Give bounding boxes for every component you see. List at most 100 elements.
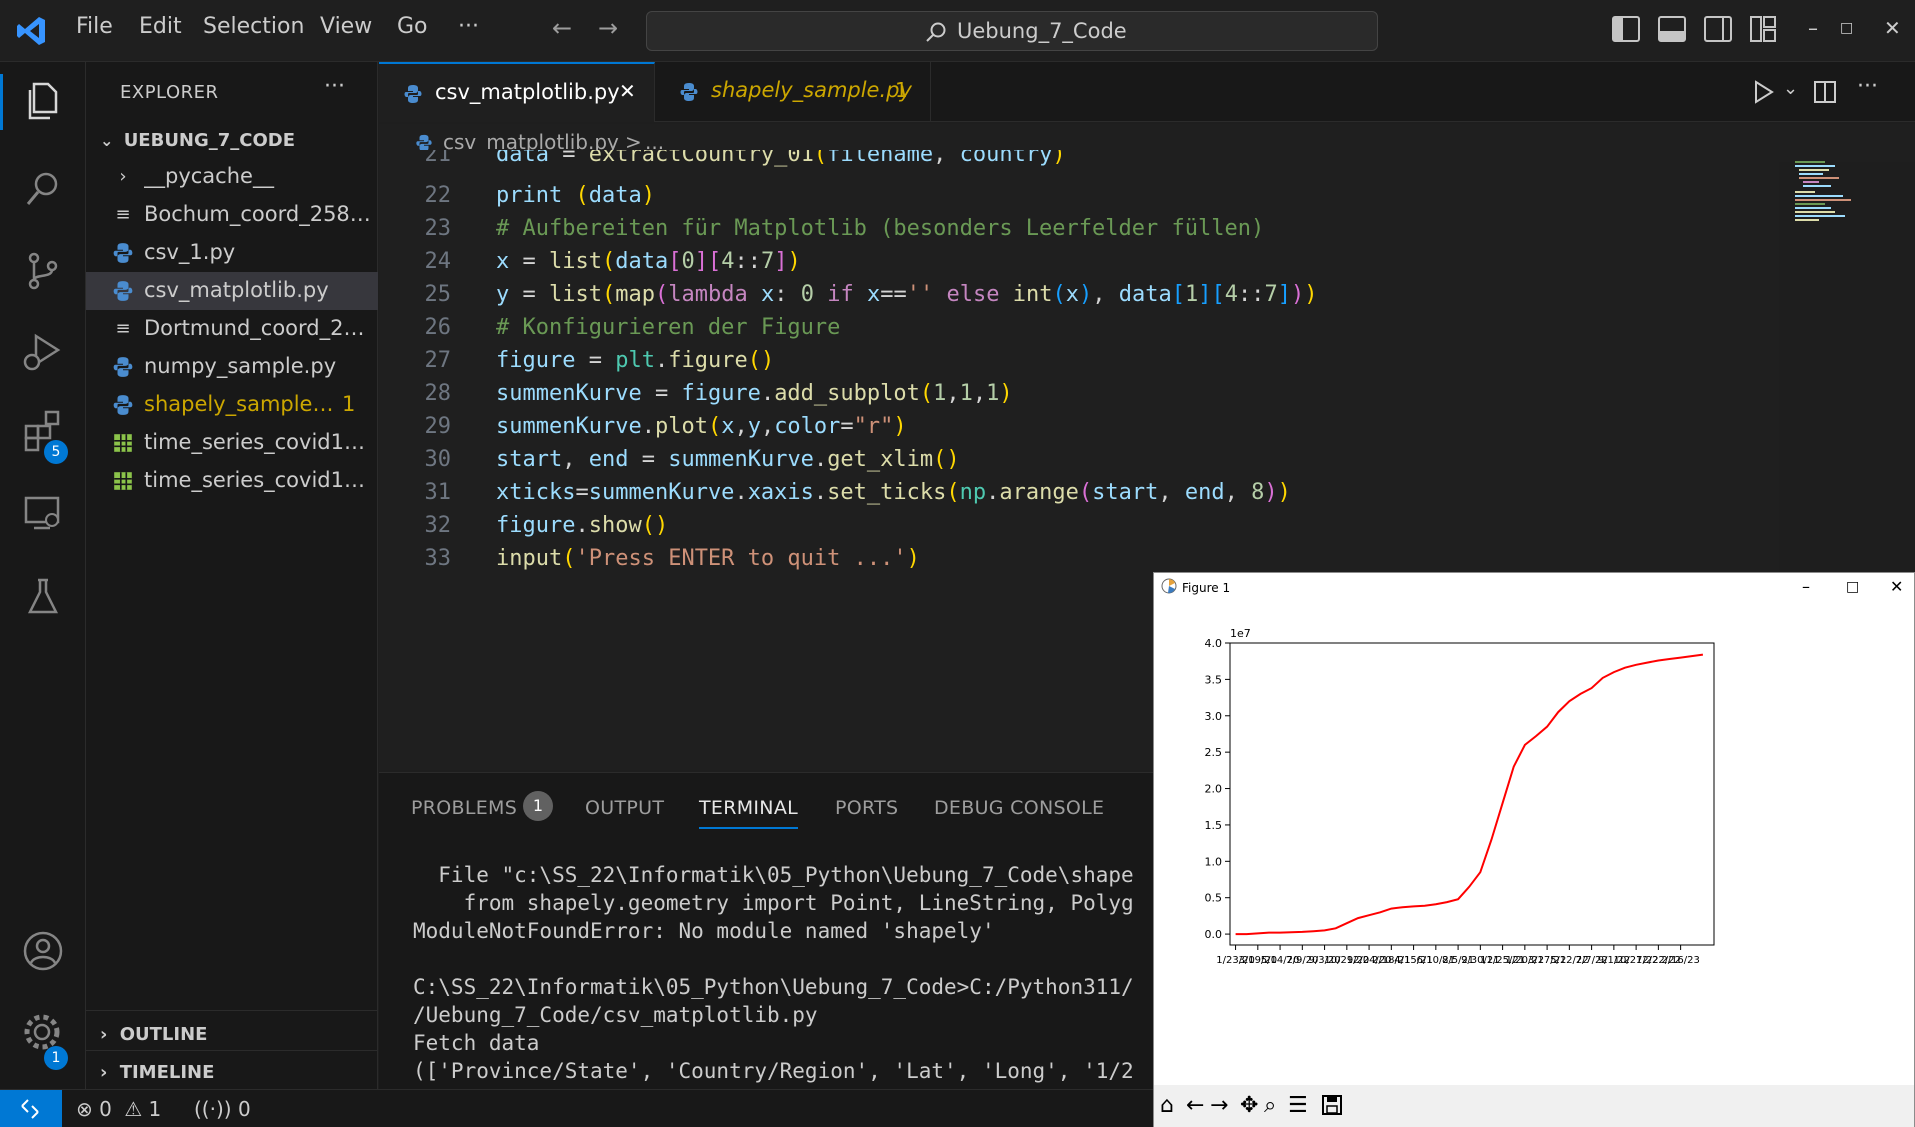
figure-close-button[interactable]: ✕: [1890, 577, 1903, 596]
command-center-search[interactable]: Uebung_7_Code: [646, 11, 1378, 51]
tab-label: shapely_sample.py: [711, 78, 912, 102]
run-file-icon[interactable]: [1753, 80, 1775, 104]
forward-arrow-icon[interactable]: →: [598, 14, 618, 42]
code-line: summenKurve = figure.add_subplot(1,1,1): [496, 381, 1013, 406]
menu-edit[interactable]: Edit: [139, 14, 182, 39]
x-tick-label: 2/16/23: [1661, 955, 1700, 966]
source-control-icon[interactable]: [20, 248, 66, 294]
extensions-badge: 5: [44, 440, 68, 464]
explorer-icon[interactable]: [20, 78, 66, 124]
tree-item-label: __pycache__: [144, 164, 274, 188]
testing-icon[interactable]: [20, 574, 66, 620]
zoom-icon[interactable]: ⌕: [1264, 1093, 1276, 1118]
minimap[interactable]: [1795, 160, 1855, 230]
tree-item-dortmund[interactable]: ≡ Dortmund_coord_258...: [86, 310, 378, 348]
python-icon: [404, 85, 422, 103]
chevron-right-icon: ›: [100, 1062, 108, 1083]
home-icon[interactable]: ⌂: [1160, 1093, 1174, 1118]
csv-icon: [114, 434, 132, 452]
sidebar-more-actions[interactable]: ···: [324, 74, 345, 99]
code-line: input('Press ENTER to quit ...'): [496, 546, 920, 571]
python-icon: [113, 243, 133, 263]
tab-debug-console[interactable]: DEBUG CONSOLE: [934, 797, 1104, 819]
editor-more-actions[interactable]: ···: [1857, 74, 1878, 99]
timeline-section[interactable]: › TIMELINE: [100, 1062, 214, 1083]
tab-terminal[interactable]: TERMINAL: [699, 797, 799, 829]
remote-indicator-button[interactable]: [0, 1090, 62, 1127]
covid-line-chart[interactable]: 0.00.51.01.52.02.53.03.54.01e71/23/203/1…: [1154, 603, 1914, 1083]
tree-item-csv-matplotlib[interactable]: csv_matplotlib.py: [86, 272, 378, 310]
tree-item-bochum[interactable]: ≡ Bochum_coord_2583...: [86, 196, 378, 234]
figure-maximize-button[interactable]: □: [1846, 579, 1859, 595]
split-editor-icon[interactable]: [1813, 80, 1837, 104]
line-number: 26: [424, 315, 452, 340]
folder-header[interactable]: ⌄ UEBUNG_7_CODE: [100, 130, 295, 151]
toggle-panel-icon[interactable]: [1658, 16, 1686, 42]
tree-item-numpy-sample[interactable]: numpy_sample.py: [86, 348, 378, 386]
figure-minimize-button[interactable]: –: [1802, 577, 1810, 596]
tree-item-shapely-sample[interactable]: shapely_sample.py 1: [86, 386, 378, 424]
back-arrow-icon[interactable]: ←: [552, 14, 572, 42]
maximize-button[interactable]: □: [1840, 20, 1853, 36]
ports-status[interactable]: ((·)) 0: [194, 1097, 251, 1121]
menu-selection[interactable]: Selection: [203, 14, 304, 39]
active-indicator: [0, 74, 3, 130]
minimize-button[interactable]: –: [1808, 16, 1818, 40]
close-button[interactable]: ✕: [1884, 16, 1901, 40]
customize-layout-icon[interactable]: [1750, 16, 1778, 42]
tree-item-label: csv_matplotlib.py: [144, 278, 329, 302]
tab-csv-matplotlib[interactable]: csv_matplotlib.py ✕: [379, 62, 655, 122]
accounts-icon[interactable]: [20, 928, 66, 974]
remote-explorer-icon[interactable]: [20, 490, 66, 536]
forward-icon[interactable]: →: [1210, 1093, 1228, 1118]
editor-tab-bar: csv_matplotlib.py ✕ shapely_sample.py 1 …: [379, 62, 1915, 122]
python-icon: [113, 395, 133, 415]
matplotlib-logo-icon: [1161, 578, 1177, 594]
tab-close-button[interactable]: ✕: [619, 79, 636, 103]
chevron-right-icon: ›: [100, 1024, 108, 1045]
menu-more[interactable]: ···: [458, 14, 479, 39]
tree-item-time-series-2[interactable]: time_series_covid19_c...: [86, 462, 378, 500]
run-debug-icon[interactable]: [20, 328, 66, 374]
line-number: 30: [424, 447, 452, 472]
tab-problems[interactable]: PROBLEMS: [411, 797, 517, 819]
line-number: 31: [424, 480, 452, 505]
run-dropdown-chevron-icon[interactable]: ⌄: [1783, 78, 1798, 99]
search-icon[interactable]: [20, 166, 66, 212]
toggle-primary-sidebar-icon[interactable]: [1612, 16, 1640, 42]
tree-item-time-series-1[interactable]: time_series_covid19_c...: [86, 424, 378, 462]
plot-frame: [1229, 642, 1715, 946]
outline-label: OUTLINE: [119, 1024, 208, 1045]
toggle-secondary-sidebar-icon[interactable]: [1704, 16, 1732, 42]
tab-ports[interactable]: PORTS: [835, 797, 898, 819]
problems-badge: 1: [523, 791, 553, 821]
tree-item-label: numpy_sample.py: [144, 354, 337, 378]
problems-status[interactable]: ⊗ 0 ⚠ 1: [76, 1097, 161, 1121]
csv-icon: [114, 472, 132, 490]
pan-icon[interactable]: ✥: [1240, 1093, 1258, 1118]
menu-go[interactable]: Go: [397, 14, 428, 39]
code-line: data = extractCountry_01(filename, count…: [496, 150, 1066, 167]
outline-section[interactable]: › OUTLINE: [100, 1024, 207, 1045]
text-file-icon: ≡: [115, 204, 131, 225]
tree-item-csv-1[interactable]: csv_1.py: [86, 234, 378, 272]
line-number: 25: [424, 282, 452, 307]
back-icon[interactable]: ←: [1186, 1093, 1204, 1118]
save-icon[interactable]: [1322, 1095, 1342, 1115]
tree-item-label: Dortmund_coord_258...: [144, 316, 376, 340]
y-tick-label: 3.5: [1205, 673, 1223, 686]
menu-file[interactable]: File: [76, 14, 113, 39]
configure-icon[interactable]: ☰: [1288, 1093, 1308, 1118]
tree-item-pycache[interactable]: › __pycache__: [86, 158, 378, 196]
code-line: y = list(map(lambda x: 0 if x=='' else i…: [496, 282, 1318, 307]
line-number: 27: [424, 348, 452, 373]
sidebar-title: EXPLORER: [120, 82, 219, 103]
tab-shapely-sample[interactable]: shapely_sample.py 1: [655, 62, 931, 122]
problem-count-badge: 1: [342, 392, 356, 416]
python-icon: [113, 281, 133, 301]
title-bar: File Edit Selection View Go ··· ← → Uebu…: [0, 0, 1915, 62]
menu-view[interactable]: View: [320, 14, 372, 39]
tab-output[interactable]: OUTPUT: [585, 797, 664, 819]
ports-count: 0: [237, 1097, 251, 1121]
timeline-label: TIMELINE: [119, 1062, 215, 1083]
